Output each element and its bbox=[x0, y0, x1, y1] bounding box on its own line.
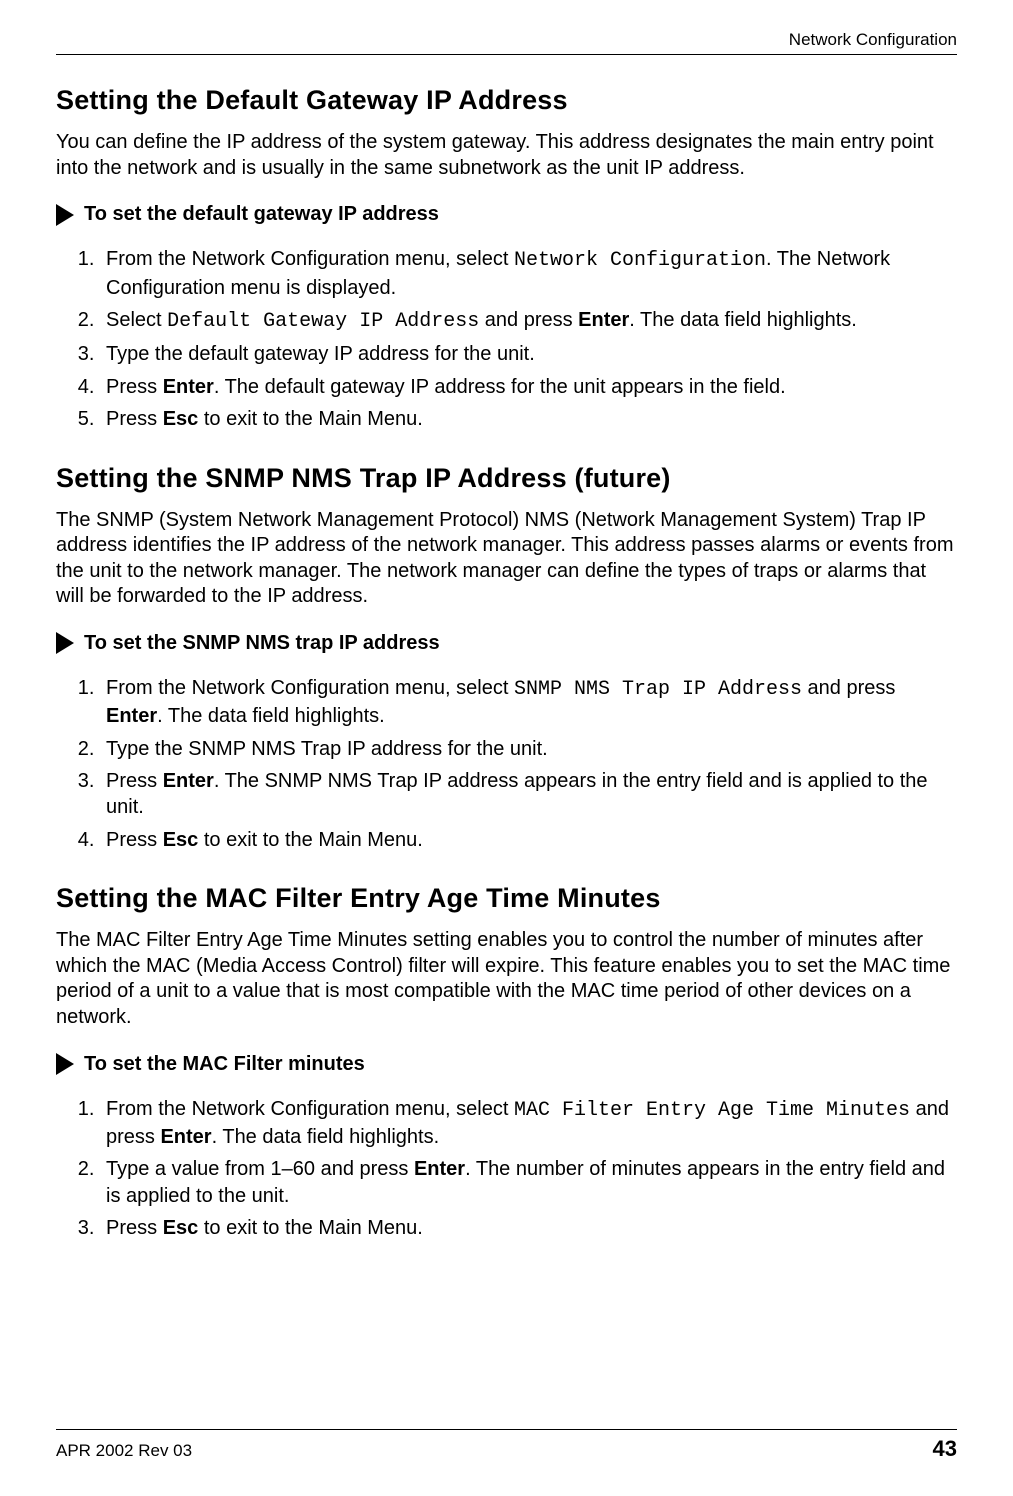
page-footer: APR 2002 Rev 03 43 bbox=[56, 1429, 957, 1462]
key-esc: Esc bbox=[163, 829, 199, 851]
step: Select Default Gateway IP Address and pr… bbox=[100, 307, 957, 335]
footer-revision: APR 2002 Rev 03 bbox=[56, 1441, 192, 1461]
step-text: Press bbox=[106, 1217, 163, 1239]
steps-list: From the Network Configuration menu, sel… bbox=[56, 246, 957, 432]
step: Press Enter. The SNMP NMS Trap IP addres… bbox=[100, 768, 957, 821]
key-enter: Enter bbox=[163, 376, 214, 398]
step-text: . The data field highlights. bbox=[157, 705, 385, 727]
key-enter: Enter bbox=[106, 705, 157, 727]
menu-code: SNMP NMS Trap IP Address bbox=[514, 678, 802, 701]
step-text: From the Network Configuration menu, sel… bbox=[106, 248, 514, 270]
menu-code: Default Gateway IP Address bbox=[167, 310, 479, 333]
step-text: Press bbox=[106, 408, 163, 430]
heading-snmp-trap: Setting the SNMP NMS Trap IP Address (fu… bbox=[56, 463, 957, 494]
intro-default-gateway: You can define the IP address of the sys… bbox=[56, 130, 957, 181]
step: Press Esc to exit to the Main Menu. bbox=[100, 406, 957, 432]
arrow-right-icon bbox=[56, 632, 74, 654]
intro-mac-filter: The MAC Filter Entry Age Time Minutes se… bbox=[56, 928, 957, 1030]
procedure-heading: To set the MAC Filter minutes bbox=[56, 1053, 957, 1076]
key-esc: Esc bbox=[163, 1217, 199, 1239]
step-text: Select bbox=[106, 309, 167, 331]
heading-mac-filter: Setting the MAC Filter Entry Age Time Mi… bbox=[56, 883, 957, 914]
step-text: . The data field highlights. bbox=[212, 1126, 440, 1148]
step-text: and press bbox=[479, 309, 578, 331]
step-text: and press bbox=[802, 677, 895, 699]
step: Press Esc to exit to the Main Menu. bbox=[100, 827, 957, 853]
intro-snmp-trap: The SNMP (System Network Management Prot… bbox=[56, 508, 957, 610]
menu-code: MAC Filter Entry Age Time Minutes bbox=[514, 1099, 910, 1122]
procedure-title: To set the MAC Filter minutes bbox=[84, 1053, 365, 1076]
key-enter: Enter bbox=[414, 1158, 465, 1180]
step-text: . The SNMP NMS Trap IP address appears i… bbox=[106, 770, 928, 818]
key-enter: Enter bbox=[578, 309, 629, 331]
step-text: Press bbox=[106, 770, 163, 792]
arrow-right-icon bbox=[56, 1053, 74, 1075]
step-text: . The data field highlights. bbox=[629, 309, 857, 331]
procedure-heading: To set the default gateway IP address bbox=[56, 203, 957, 226]
step-text: to exit to the Main Menu. bbox=[198, 1217, 423, 1239]
step-text: Press bbox=[106, 829, 163, 851]
step: From the Network Configuration menu, sel… bbox=[100, 1096, 957, 1151]
procedure-title: To set the SNMP NMS trap IP address bbox=[84, 632, 440, 655]
key-enter: Enter bbox=[160, 1126, 211, 1148]
step: Type the default gateway IP address for … bbox=[100, 341, 957, 367]
arrow-right-icon bbox=[56, 204, 74, 226]
step-text: Type a value from 1–60 and press bbox=[106, 1158, 414, 1180]
running-header: Network Configuration bbox=[56, 30, 957, 55]
page: Network Configuration Setting the Defaul… bbox=[0, 0, 1013, 1496]
step: From the Network Configuration menu, sel… bbox=[100, 675, 957, 730]
key-esc: Esc bbox=[163, 408, 199, 430]
step-text: to exit to the Main Menu. bbox=[198, 408, 423, 430]
step-text: From the Network Configuration menu, sel… bbox=[106, 677, 514, 699]
procedure-heading: To set the SNMP NMS trap IP address bbox=[56, 632, 957, 655]
menu-code: Network Configuration bbox=[514, 249, 766, 272]
key-enter: Enter bbox=[163, 770, 214, 792]
heading-default-gateway: Setting the Default Gateway IP Address bbox=[56, 85, 957, 116]
step-text: . The default gateway IP address for the… bbox=[214, 376, 786, 398]
step: Type a value from 1–60 and press Enter. … bbox=[100, 1156, 957, 1209]
step: Press Enter. The default gateway IP addr… bbox=[100, 374, 957, 400]
page-number: 43 bbox=[933, 1436, 957, 1462]
step: Press Esc to exit to the Main Menu. bbox=[100, 1215, 957, 1241]
steps-list: From the Network Configuration menu, sel… bbox=[56, 675, 957, 853]
step-text: to exit to the Main Menu. bbox=[198, 829, 423, 851]
step-text: Press bbox=[106, 376, 163, 398]
step: From the Network Configuration menu, sel… bbox=[100, 246, 957, 301]
procedure-title: To set the default gateway IP address bbox=[84, 203, 439, 226]
step-text: From the Network Configuration menu, sel… bbox=[106, 1098, 514, 1120]
steps-list: From the Network Configuration menu, sel… bbox=[56, 1096, 957, 1242]
step: Type the SNMP NMS Trap IP address for th… bbox=[100, 736, 957, 762]
